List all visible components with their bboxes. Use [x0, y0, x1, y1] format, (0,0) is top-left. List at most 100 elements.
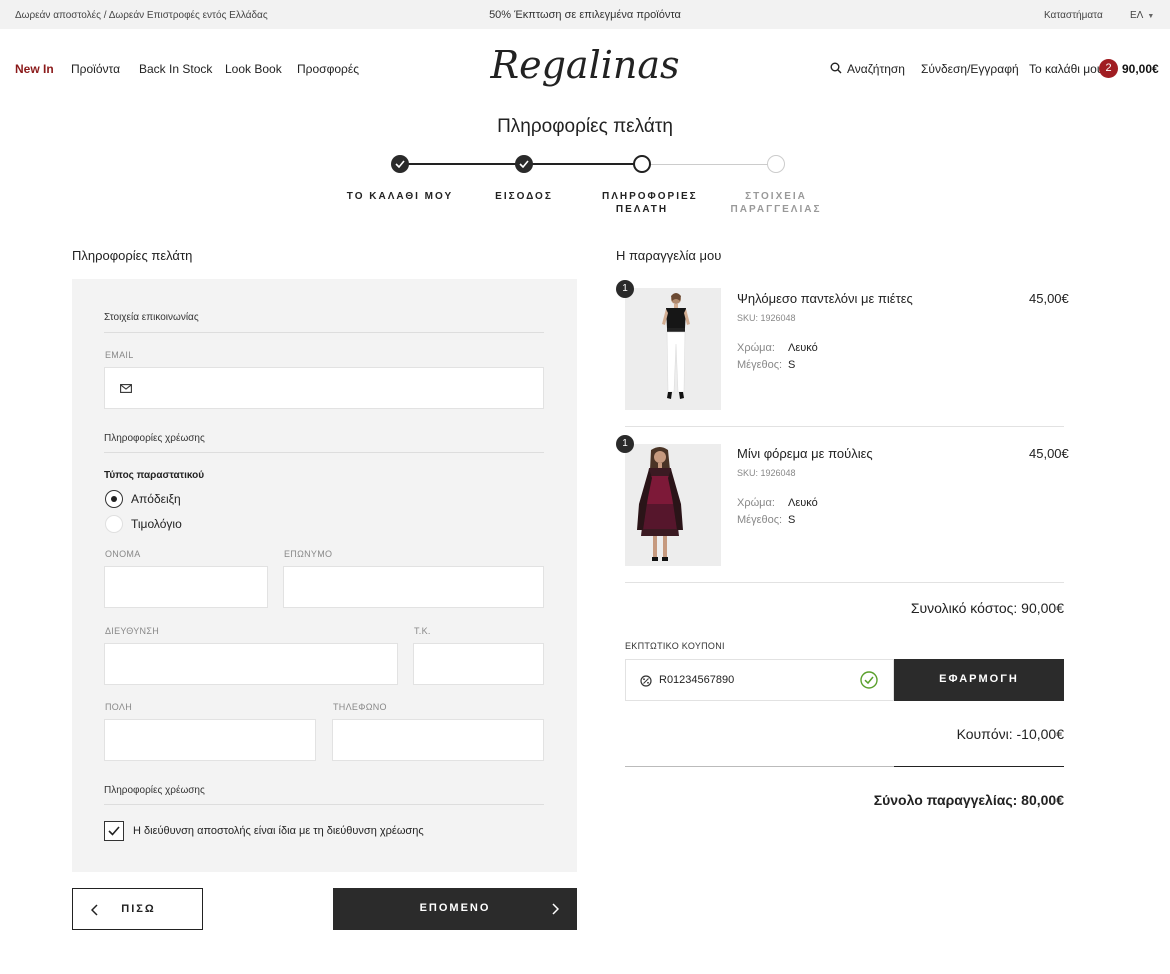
first-name-field[interactable] [104, 566, 268, 608]
next-button[interactable]: ΕΠΟΜΕΝΟ [333, 888, 577, 930]
radio-receipt[interactable] [105, 490, 123, 508]
order-heading: Η παραγγελία μου [616, 248, 722, 263]
phone-field[interactable] [332, 719, 544, 761]
color-label: Χρώμα: [737, 497, 775, 509]
coupon-value: R01234567890 [659, 674, 735, 686]
mail-icon [120, 384, 132, 393]
nav-new-in[interactable]: New In [15, 62, 54, 76]
last-name-field[interactable] [283, 566, 544, 608]
cart-count-badge[interactable]: 2 [1099, 59, 1118, 78]
billing-heading-2: Πληροφορίες χρέωσης [104, 785, 205, 796]
address-label: ΔΙΕΥΘΥΝΣΗ [105, 626, 159, 636]
product-photo-dress [625, 444, 721, 566]
login-link[interactable]: Σύνδεση/Εγγραφή [921, 62, 1019, 76]
search-label: Αναζήτηση [847, 62, 905, 76]
size-value: S [788, 359, 796, 371]
back-button-label: ΠΙΣΩ [121, 903, 156, 915]
document-type-label: Τύπος παραστατικού [104, 470, 205, 481]
check-icon [108, 826, 120, 836]
subtotal: Συνολικό κόστος: 90,00€ [910, 600, 1064, 616]
check-icon [519, 160, 529, 168]
apply-coupon-label: ΕΦΑΡΜΟΓΗ [939, 673, 1019, 685]
step-1-label[interactable]: ΤΟ ΚΑΛΑΘΙ ΜΟΥ [330, 190, 470, 203]
product-image[interactable] [625, 288, 721, 410]
nav-back-in-stock[interactable]: Back In Stock [139, 62, 212, 76]
product-photo-trousers [625, 288, 721, 410]
product-sku: SKU: 1926048 [737, 313, 796, 323]
product-image[interactable] [625, 444, 721, 566]
step-2-marker [515, 155, 533, 173]
step-3-marker [633, 155, 651, 173]
nav-offers[interactable]: Προσφορές [297, 62, 359, 76]
product-name[interactable]: Μίνι φόρεμα με πούλιες [737, 446, 873, 461]
search-button[interactable]: Αναζήτηση [830, 62, 905, 76]
radio-invoice-label[interactable]: Τιμολόγιο [131, 517, 182, 531]
cart-link[interactable]: Το καλάθι μου [1029, 62, 1103, 76]
radio-receipt-label[interactable]: Απόδειξη [131, 492, 181, 506]
size-label: Μέγεθος: [737, 359, 783, 371]
chevron-right-icon [552, 903, 559, 915]
step-4-marker [767, 155, 785, 173]
billing-heading: Πληροφορίες χρέωσης [104, 433, 205, 444]
coupon-icon [640, 675, 652, 687]
color-label: Χρώμα: [737, 342, 775, 354]
coupon-discount: Κουπόνι: -10,00€ [956, 726, 1064, 742]
coupon-label: ΕΚΠΤΩΤΙΚΟ ΚΟΥΠΟΝΙ [625, 641, 725, 651]
product-name[interactable]: Ψηλόμεσο παντελόνι με πιέτες [737, 291, 913, 306]
progress-line-pending [642, 164, 776, 165]
order-total: Σύνολο παραγγελίας: 80,00€ [873, 792, 1064, 808]
coupon-input[interactable]: R01234567890 [625, 659, 894, 701]
language-label: ΕΛ [1130, 10, 1144, 21]
email-label: EMAIL [105, 350, 134, 360]
valid-check-icon [860, 671, 878, 689]
cart-total[interactable]: 90,00€ [1122, 62, 1159, 76]
first-name-label: ΟΝΟΜΑ [105, 549, 141, 559]
step-4-label: ΣΤΟΙΧΕΙΑ ΠΑΡΑΓΓΕΛΙΑΣ [730, 191, 822, 215]
contact-heading: Στοιχεία επικοινωνίας [104, 312, 199, 323]
step-3-label: ΠΛΗΡΟΦΟΡΙΕΣ ΠΕΛΑΤΗ [602, 191, 698, 215]
stores-link[interactable]: Καταστήματα [1044, 10, 1103, 21]
divider [625, 426, 1064, 427]
divider-accent [894, 766, 1064, 767]
address-field[interactable] [104, 643, 398, 685]
divider [104, 332, 544, 333]
chevron-down-icon: ▼ [1147, 13, 1155, 20]
last-name-label: ΕΠΩΝΥΜΟ [284, 549, 333, 559]
check-icon [395, 160, 405, 168]
size-value: S [788, 514, 796, 526]
divider [104, 452, 544, 453]
divider [104, 804, 544, 805]
color-value: Λευκό [788, 342, 818, 354]
page-title: Πληροφορίες πελάτη [497, 116, 673, 137]
email-field[interactable] [104, 367, 544, 409]
size-label: Μέγεθος: [737, 514, 783, 526]
product-sku: SKU: 1926048 [737, 468, 796, 478]
postcode-field[interactable] [413, 643, 544, 685]
language-selector[interactable]: ΕΛ ▼ [1130, 10, 1154, 21]
form-heading: Πληροφορίες πελάτη [72, 248, 193, 263]
postcode-label: Τ.Κ. [414, 626, 431, 636]
city-field[interactable] [104, 719, 316, 761]
step-1-marker [391, 155, 409, 173]
nav-products[interactable]: Προϊόντα [71, 62, 120, 76]
radio-invoice[interactable] [105, 515, 123, 533]
promo-banner[interactable]: 50% Έκπτωση σε επιλεγμένα προϊόντα [0, 9, 1170, 21]
nav-look-book[interactable]: Look Book [225, 62, 282, 76]
next-button-label: ΕΠΟΜΕΝΟ [419, 902, 491, 914]
apply-coupon-button[interactable]: ΕΦΑΡΜΟΓΗ [894, 659, 1064, 701]
brand-logo-text: Regalinas [489, 43, 679, 87]
same-address-checkbox[interactable] [104, 821, 124, 841]
back-button[interactable]: ΠΙΣΩ [72, 888, 203, 930]
same-address-label[interactable]: Η διεύθυνση αποστολής είναι ίδια με τη δ… [133, 825, 424, 837]
quantity-badge: 1 [616, 280, 634, 298]
search-icon [830, 62, 842, 74]
brand-logo[interactable]: Regalinas [470, 38, 700, 98]
divider [625, 582, 1064, 583]
color-value: Λευκό [788, 497, 818, 509]
quantity-badge: 1 [616, 435, 634, 453]
product-price: 45,00€ [1029, 446, 1069, 461]
product-price: 45,00€ [1029, 291, 1069, 306]
phone-label: ΤΗΛΕΦΩΝΟ [333, 702, 387, 712]
city-label: ΠΟΛΗ [105, 702, 133, 712]
announcement-bar: Δωρεάν αποστολές / Δωρεάν Επιστροφές εντ… [0, 0, 1170, 29]
